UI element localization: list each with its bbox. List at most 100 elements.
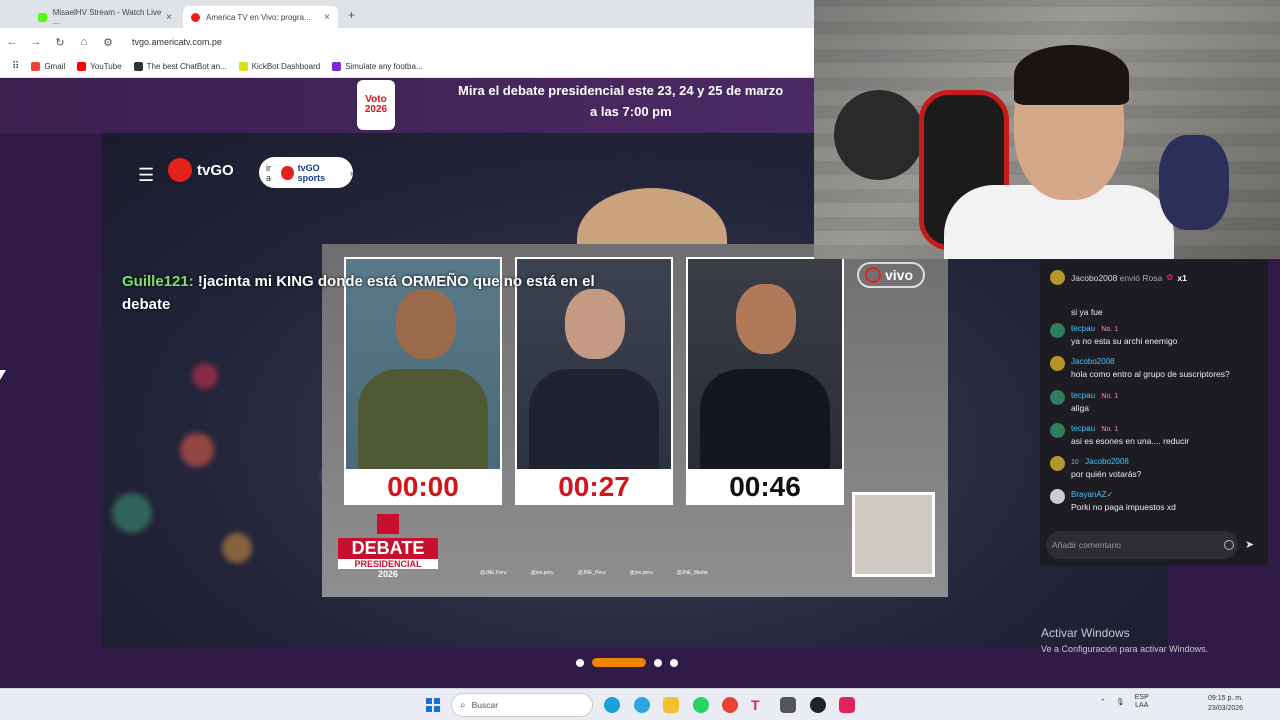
tvgo-sports-button[interactable]: ir a tvGO sports › xyxy=(259,157,353,188)
chat-message: Jacobo2008 hola como entro al grupo de s… xyxy=(1050,356,1230,379)
chevron-up-icon[interactable]: ⌃ xyxy=(1100,698,1106,706)
chat-username[interactable]: Jacobo2008 xyxy=(1071,357,1115,366)
americatv-icon xyxy=(191,12,200,22)
tvgo-logo[interactable]: tvGO xyxy=(168,158,234,182)
windows-start-icon[interactable] xyxy=(426,698,440,712)
typora-icon[interactable]: T xyxy=(751,697,767,713)
carousel-dot[interactable] xyxy=(654,658,662,667)
social-handle: @JNE_Peru xyxy=(577,570,606,576)
carousel-dot-active[interactable] xyxy=(592,658,646,667)
apps-icon[interactable]: ⠿ xyxy=(12,61,19,72)
chrome-icon[interactable] xyxy=(722,697,738,713)
bookmark-label: The best ChatBot an... xyxy=(146,62,227,71)
chat-text: por quién votarás? xyxy=(1071,469,1142,479)
obs-icon[interactable] xyxy=(810,697,826,713)
menu-icon[interactable]: ☰ xyxy=(138,165,154,186)
gift-user: Jacobo2008 xyxy=(1071,272,1118,283)
gift-action: envió Rosa xyxy=(1119,272,1163,283)
chat-username[interactable]: BrayanAZ✓ xyxy=(1071,490,1113,499)
microphone-icon[interactable]: 🎙 xyxy=(1116,698,1125,706)
avatar xyxy=(1050,456,1065,471)
chat-message: tecpau No. 1 aliga xyxy=(1050,390,1118,413)
browser-tab-bar: MisaelHV Stream - Watch Live ... × Ameri… xyxy=(0,0,814,28)
avatar xyxy=(1050,489,1065,504)
overlay-username: Guille121: xyxy=(122,273,194,290)
url-field[interactable]: tvgo.americatv.com.pe xyxy=(132,37,222,47)
live-badge-label: vivo xyxy=(885,267,914,283)
whatsapp-icon[interactable] xyxy=(693,697,709,713)
edge-icon[interactable] xyxy=(604,697,620,713)
avatar xyxy=(1050,356,1065,371)
activate-windows-watermark: Activar Windows Ve a Configuración para … xyxy=(1041,626,1208,654)
close-tab-icon[interactable]: × xyxy=(166,12,180,23)
forward-icon[interactable]: → xyxy=(24,36,48,48)
promo-banner[interactable]: Voto 2026 Mira el debate presidencial es… xyxy=(0,78,814,133)
tab-americatv[interactable]: America TV en Vivo: progra... × xyxy=(183,6,338,28)
chat-username[interactable]: tecpau xyxy=(1071,324,1095,333)
chat-username[interactable]: tecpau xyxy=(1071,391,1095,400)
gift-count: x1 xyxy=(1177,272,1187,283)
clock-time: 09:15 p. m. xyxy=(1208,695,1244,702)
avatar xyxy=(1050,390,1065,405)
activate-subtitle: Ve a Configuración para activar Windows. xyxy=(1041,644,1209,654)
new-tab-button[interactable]: + xyxy=(348,8,355,22)
file-explorer-icon[interactable] xyxy=(663,697,679,713)
taskbar-clock[interactable]: 09:15 p. m. 23/03/2026 xyxy=(1208,694,1243,714)
bookmark-youtube[interactable]: YouTube xyxy=(77,62,122,71)
chat-text: Porki no paga impuestos xd xyxy=(1071,502,1176,512)
windows-taskbar: ⌕ Buscar T ⌃ 🎙 ESP LAA 09:15 p. m. 23/03… xyxy=(0,688,1280,720)
social-handles: @JNE.Peru @jne.peru @JNE_Peru @jne.peru … xyxy=(480,570,708,576)
bookmark-gmail[interactable]: Gmail xyxy=(31,62,65,71)
rank-badge: No. 1 xyxy=(1101,393,1119,400)
taskbar-search[interactable]: ⌕ Buscar xyxy=(451,693,593,717)
chat-message: tecpau No. 1 ya no esta su archi enemigo xyxy=(1050,323,1177,346)
address-bar: ← → ↻ ⌂ ⚙ tvgo.americatv.com.pe xyxy=(0,28,814,56)
bookmark-kickbot[interactable]: KickBot Dashboard xyxy=(238,62,320,71)
candidate-photo xyxy=(688,259,842,469)
banner-text-line1: Mira el debate presidencial este 23, 24 … xyxy=(458,83,784,98)
bookmark-chatbot[interactable]: The best ChatBot an... xyxy=(133,62,227,71)
streamer-hair xyxy=(1014,45,1129,105)
carousel-dot[interactable] xyxy=(670,658,678,667)
rank-badge: No. 1 xyxy=(1101,426,1119,433)
live-badge: vivo xyxy=(857,262,925,288)
emoji-icon[interactable] xyxy=(1224,540,1234,550)
site-info-icon[interactable]: ⚙ xyxy=(96,36,120,49)
globe-icon xyxy=(865,267,881,283)
bookmark-simulate[interactable]: Simulate any footba... xyxy=(332,62,423,71)
chat-username[interactable]: tecpau xyxy=(1071,424,1095,433)
candidate-timer: 00:46 xyxy=(729,471,801,502)
telegram-icon[interactable] xyxy=(634,697,650,713)
banner-text-line2: a las 7:00 pm xyxy=(590,104,672,119)
subscriber-badge: 10 xyxy=(1071,459,1079,466)
debate-title: DEBATE xyxy=(338,538,438,559)
globe-icon xyxy=(168,158,192,182)
language-indicator[interactable]: ESP LAA xyxy=(1135,694,1149,710)
sports-button-prefix: ir a xyxy=(266,162,272,183)
send-icon[interactable]: ➤ xyxy=(1245,538,1254,551)
chat-message: 10 Jacobo2008 por quién votarás? xyxy=(1050,456,1141,479)
sports-button-brand: tvGO sports xyxy=(297,162,326,183)
tab-label: America TV en Vivo: progra... xyxy=(206,12,311,22)
close-tab-icon[interactable]: × xyxy=(324,12,338,23)
lang-top: ESP xyxy=(1134,694,1149,701)
calculator-icon[interactable] xyxy=(780,697,796,713)
clock-date: 23/03/2026 xyxy=(1208,705,1244,712)
candidate-panel-3: 00:46 xyxy=(686,257,844,505)
reload-icon[interactable]: ↻ xyxy=(48,36,72,49)
carousel-dot[interactable] xyxy=(576,658,584,667)
back-icon[interactable]: ← xyxy=(0,36,24,48)
bokeh-light xyxy=(192,363,218,389)
candidate-body xyxy=(529,369,659,469)
bokeh-light xyxy=(180,433,214,467)
debate-presidencial-logo: DEBATE PRESIDENCIAL 2026 xyxy=(338,514,438,584)
chat-message: si ya fue xyxy=(1050,304,1103,317)
home-icon[interactable]: ⌂ xyxy=(72,36,96,48)
activate-title: Activar Windows xyxy=(1041,626,1130,640)
chat-username[interactable]: Jacobo2008 xyxy=(1085,457,1129,466)
tiktok-icon[interactable] xyxy=(839,697,855,713)
search-placeholder: Buscar xyxy=(471,700,499,710)
logo-line2: 2026 xyxy=(364,104,388,115)
tab-misaelhv[interactable]: MisaelHV Stream - Watch Live ... × xyxy=(30,6,180,28)
chat-input[interactable]: Añadir comentario xyxy=(1046,531,1238,559)
